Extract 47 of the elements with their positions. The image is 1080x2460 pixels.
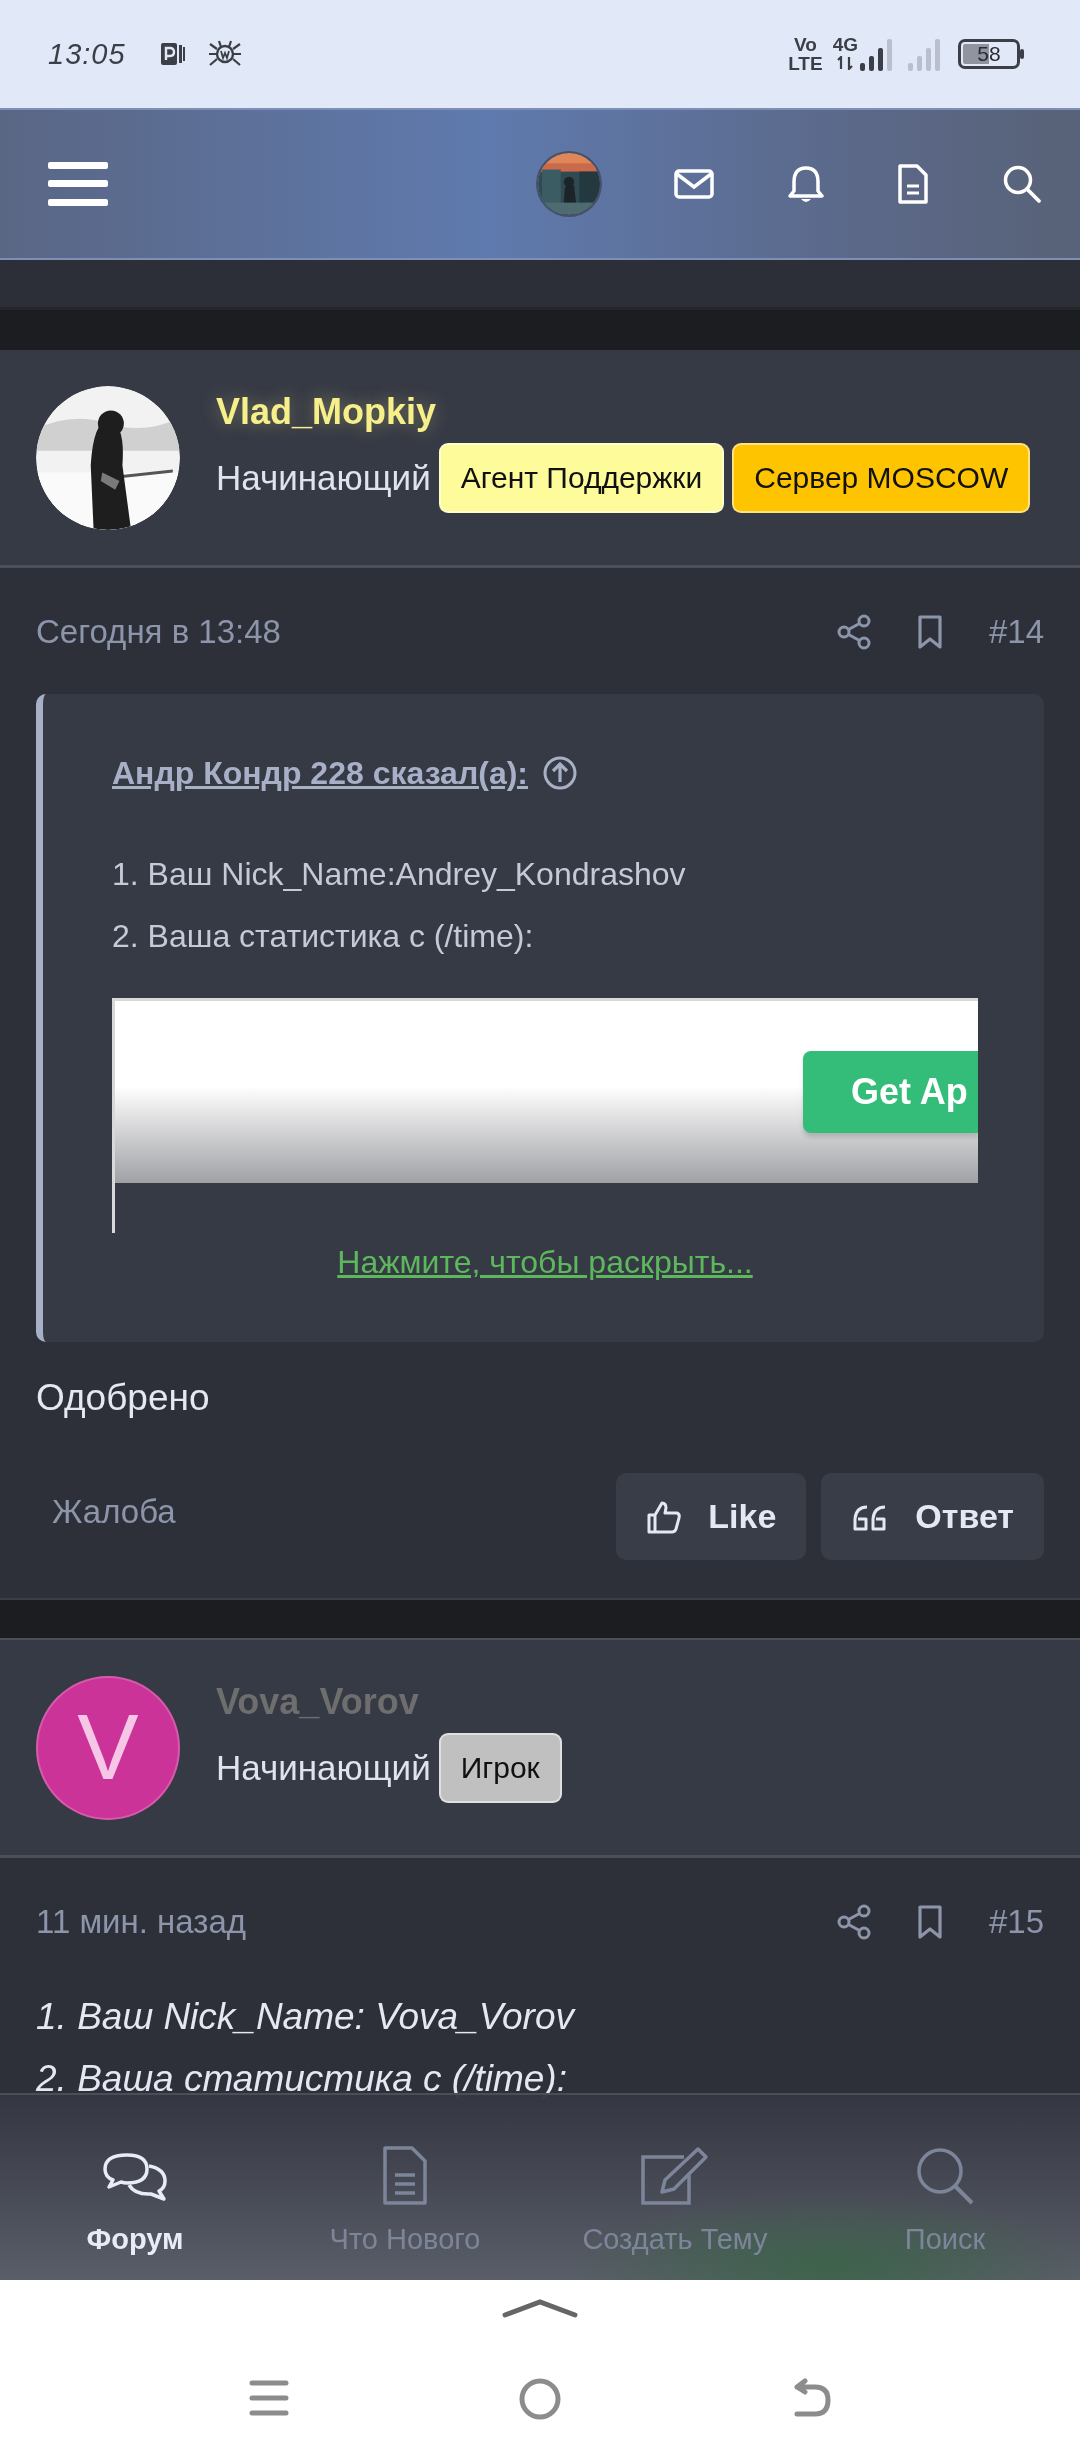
network-label: LTE (788, 53, 823, 74)
post-text: 1. Ваш Nick_Name: Vova_Vorov (36, 1995, 577, 2039)
signal-icon (908, 37, 940, 71)
search-icon[interactable] (1002, 164, 1042, 204)
reply-button[interactable]: Ответ (821, 1473, 1044, 1560)
like-button[interactable]: Like (616, 1473, 807, 1560)
spider-icon (207, 39, 242, 69)
bookmark-icon[interactable] (916, 614, 943, 650)
back-icon[interactable] (791, 2378, 831, 2420)
clock-time: 13:05 (48, 37, 126, 71)
post-date: Сегодня в 13:48 (36, 613, 281, 651)
quote-author-link[interactable]: Андр Кондр 228 сказал(а): (112, 754, 528, 792)
post-text: Одобрено (36, 1376, 211, 1420)
chevron-up-icon[interactable] (502, 2298, 578, 2318)
network-label: Vo (793, 34, 817, 55)
avatar[interactable]: V (36, 1675, 180, 1820)
document-icon[interactable] (898, 164, 928, 204)
share-icon[interactable] (836, 1904, 871, 1940)
menu-icon[interactable] (249, 2378, 289, 2418)
quote-text: 2. Ваша статистика с (/time): (112, 917, 535, 956)
data-arrows-icon (836, 56, 855, 70)
role-badge: Игрок (438, 1732, 562, 1803)
role-badge: Сервер MOSCOW (732, 442, 1031, 513)
parking-app-icon (159, 41, 186, 67)
expand-link[interactable]: Нажмите, чтобы раскрыть... (337, 1244, 753, 1280)
role-badge: Агент Поддержки (438, 442, 725, 513)
post-number-link[interactable]: #14 (988, 613, 1044, 651)
username-link[interactable]: Vova_Vorov (216, 1676, 419, 1727)
menu-icon[interactable] (48, 162, 108, 206)
quote-text: 1. Ваш Nick_Name:Andrey_Kondrashov (112, 855, 687, 894)
signal-icon (860, 37, 892, 71)
user-rank: Начинающий (216, 457, 431, 498)
post-date: 11 мин. назад (36, 1903, 247, 1941)
share-icon[interactable] (836, 614, 871, 650)
post-number-link[interactable]: #15 (988, 1903, 1044, 1941)
edit-icon (640, 2145, 710, 2207)
arrow-up-circle-icon[interactable] (542, 755, 578, 791)
search-icon (914, 2145, 976, 2207)
username-link[interactable]: Vlad_Mopkiy (216, 386, 437, 437)
notification-bell-icon[interactable] (788, 164, 824, 204)
report-link[interactable]: Жалоба (52, 1492, 176, 1531)
home-icon[interactable] (519, 2378, 561, 2420)
user-rank: Начинающий (216, 1747, 431, 1788)
document-icon (382, 2145, 428, 2207)
mail-icon[interactable] (674, 169, 714, 199)
network-label: 4G (832, 34, 858, 55)
bookmark-icon[interactable] (916, 1904, 943, 1940)
